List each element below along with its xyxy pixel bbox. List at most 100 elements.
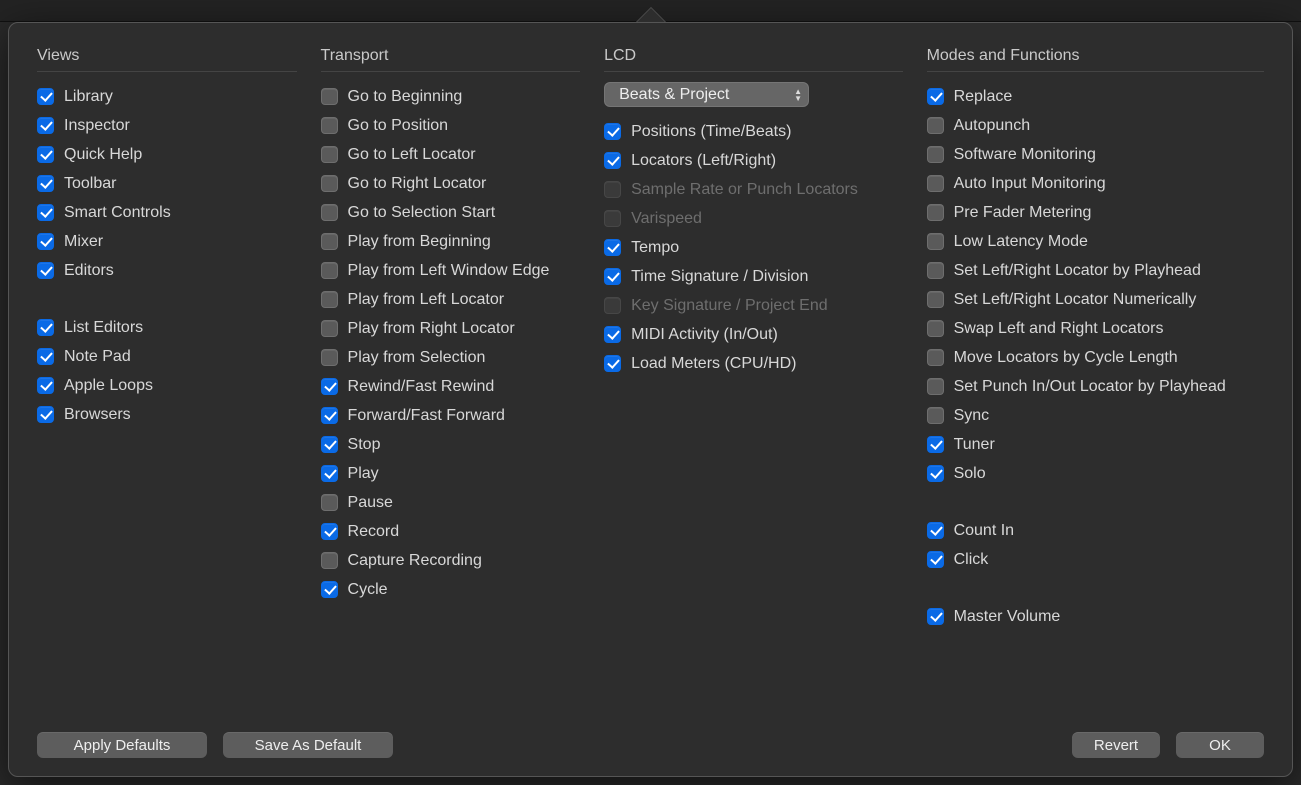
checkbox-positions-time-beats[interactable] [604,123,621,140]
option-play[interactable]: Play [321,459,581,488]
option-stop[interactable]: Stop [321,430,581,459]
checkbox-toolbar[interactable] [37,175,54,192]
checkbox-list-editors[interactable] [37,319,54,336]
option-set-punch-in-out-locator-by-playhead[interactable]: Set Punch In/Out Locator by Playhead [927,372,1264,401]
option-sync[interactable]: Sync [927,401,1264,430]
checkbox-mixer[interactable] [37,233,54,250]
checkbox-go-to-right-locator[interactable] [321,175,338,192]
checkbox-capture-recording[interactable] [321,552,338,569]
option-capture-recording[interactable]: Capture Recording [321,546,581,575]
option-low-latency-mode[interactable]: Low Latency Mode [927,227,1264,256]
option-smart-controls[interactable]: Smart Controls [37,198,297,227]
checkbox-go-to-left-locator[interactable] [321,146,338,163]
checkbox-play[interactable] [321,465,338,482]
option-set-left-right-locator-numerically[interactable]: Set Left/Right Locator Numerically [927,285,1264,314]
checkbox-master-volume[interactable] [927,608,944,625]
checkbox-library[interactable] [37,88,54,105]
option-count-in[interactable]: Count In [927,516,1264,545]
option-positions-time-beats[interactable]: Positions (Time/Beats) [604,117,902,146]
option-go-to-right-locator[interactable]: Go to Right Locator [321,169,581,198]
ok-button[interactable]: OK [1176,732,1264,758]
checkbox-count-in[interactable] [927,522,944,539]
option-forward-fast-forward[interactable]: Forward/Fast Forward [321,401,581,430]
checkbox-software-monitoring[interactable] [927,146,944,163]
checkbox-autopunch[interactable] [927,117,944,134]
checkbox-forward-fast-forward[interactable] [321,407,338,424]
option-time-signature-division[interactable]: Time Signature / Division [604,262,902,291]
option-locators-left-right[interactable]: Locators (Left/Right) [604,146,902,175]
option-go-to-beginning[interactable]: Go to Beginning [321,82,581,111]
option-quick-help[interactable]: Quick Help [37,140,297,169]
option-replace[interactable]: Replace [927,82,1264,111]
lcd-mode-select[interactable]: Beats & Project ▲▼ [604,82,809,107]
checkbox-replace[interactable] [927,88,944,105]
checkbox-quick-help[interactable] [37,146,54,163]
option-auto-input-monitoring[interactable]: Auto Input Monitoring [927,169,1264,198]
option-midi-activity-in-out[interactable]: MIDI Activity (In/Out) [604,320,902,349]
checkbox-set-left-right-locator-numerically[interactable] [927,291,944,308]
checkbox-go-to-beginning[interactable] [321,88,338,105]
checkbox-swap-left-and-right-locators[interactable] [927,320,944,337]
checkbox-play-from-selection[interactable] [321,349,338,366]
checkbox-go-to-position[interactable] [321,117,338,134]
option-play-from-selection[interactable]: Play from Selection [321,343,581,372]
checkbox-sync[interactable] [927,407,944,424]
option-tempo[interactable]: Tempo [604,233,902,262]
checkbox-editors[interactable] [37,262,54,279]
checkbox-play-from-beginning[interactable] [321,233,338,250]
option-swap-left-and-right-locators[interactable]: Swap Left and Right Locators [927,314,1264,343]
option-play-from-right-locator[interactable]: Play from Right Locator [321,314,581,343]
checkbox-locators-left-right[interactable] [604,152,621,169]
checkbox-low-latency-mode[interactable] [927,233,944,250]
option-note-pad[interactable]: Note Pad [37,342,297,371]
checkbox-set-punch-in-out-locator-by-playhead[interactable] [927,378,944,395]
option-set-left-right-locator-by-playhead[interactable]: Set Left/Right Locator by Playhead [927,256,1264,285]
option-cycle[interactable]: Cycle [321,575,581,604]
option-tuner[interactable]: Tuner [927,430,1264,459]
checkbox-play-from-left-window-edge[interactable] [321,262,338,279]
option-mixer[interactable]: Mixer [37,227,297,256]
option-software-monitoring[interactable]: Software Monitoring [927,140,1264,169]
option-go-to-selection-start[interactable]: Go to Selection Start [321,198,581,227]
checkbox-note-pad[interactable] [37,348,54,365]
checkbox-tempo[interactable] [604,239,621,256]
checkbox-record[interactable] [321,523,338,540]
checkbox-load-meters-cpu-hd[interactable] [604,355,621,372]
checkbox-rewind-fast-rewind[interactable] [321,378,338,395]
checkbox-play-from-left-locator[interactable] [321,291,338,308]
revert-button[interactable]: Revert [1072,732,1160,758]
checkbox-inspector[interactable] [37,117,54,134]
option-autopunch[interactable]: Autopunch [927,111,1264,140]
checkbox-go-to-selection-start[interactable] [321,204,338,221]
checkbox-midi-activity-in-out[interactable] [604,326,621,343]
option-play-from-beginning[interactable]: Play from Beginning [321,227,581,256]
checkbox-play-from-right-locator[interactable] [321,320,338,337]
checkbox-cycle[interactable] [321,581,338,598]
checkbox-stop[interactable] [321,436,338,453]
option-play-from-left-window-edge[interactable]: Play from Left Window Edge [321,256,581,285]
option-play-from-left-locator[interactable]: Play from Left Locator [321,285,581,314]
checkbox-auto-input-monitoring[interactable] [927,175,944,192]
option-list-editors[interactable]: List Editors [37,313,297,342]
option-record[interactable]: Record [321,517,581,546]
option-pause[interactable]: Pause [321,488,581,517]
checkbox-browsers[interactable] [37,406,54,423]
checkbox-smart-controls[interactable] [37,204,54,221]
checkbox-tuner[interactable] [927,436,944,453]
option-pre-fader-metering[interactable]: Pre Fader Metering [927,198,1264,227]
save-as-default-button[interactable]: Save As Default [223,732,393,758]
option-library[interactable]: Library [37,82,297,111]
option-inspector[interactable]: Inspector [37,111,297,140]
option-load-meters-cpu-hd[interactable]: Load Meters (CPU/HD) [604,349,902,378]
checkbox-time-signature-division[interactable] [604,268,621,285]
option-editors[interactable]: Editors [37,256,297,285]
checkbox-click[interactable] [927,551,944,568]
option-go-to-left-locator[interactable]: Go to Left Locator [321,140,581,169]
apply-defaults-button[interactable]: Apply Defaults [37,732,207,758]
checkbox-move-locators-by-cycle-length[interactable] [927,349,944,366]
option-browsers[interactable]: Browsers [37,400,297,429]
option-solo[interactable]: Solo [927,459,1264,488]
option-apple-loops[interactable]: Apple Loops [37,371,297,400]
option-toolbar[interactable]: Toolbar [37,169,297,198]
option-move-locators-by-cycle-length[interactable]: Move Locators by Cycle Length [927,343,1264,372]
